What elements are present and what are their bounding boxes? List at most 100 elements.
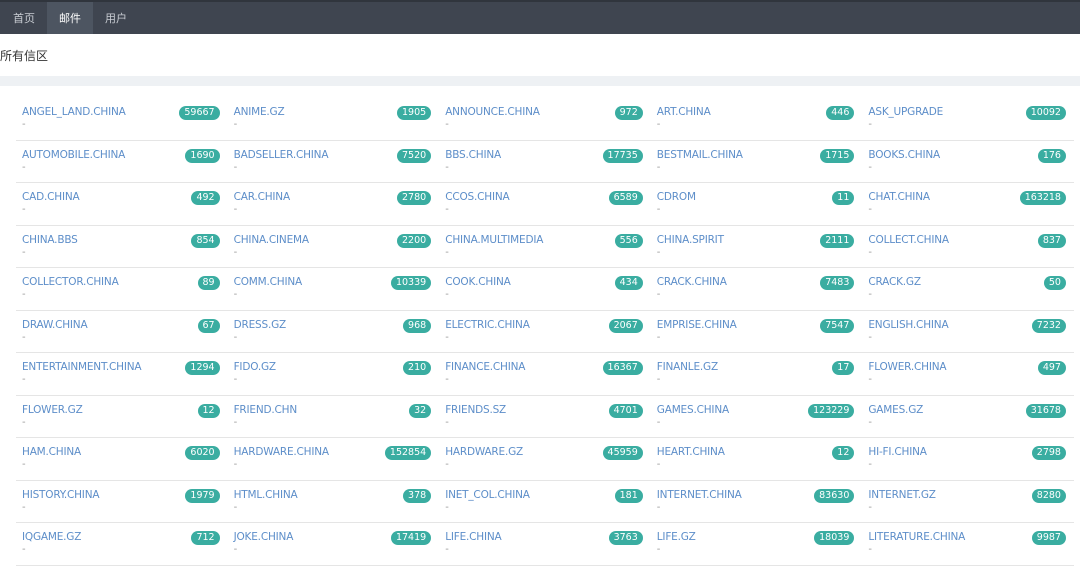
board-name[interactable]: DRESS.GZ — [234, 319, 432, 331]
board-name[interactable]: HTML.CHINA — [234, 489, 432, 501]
board-item[interactable]: CCOS.CHINA 6589 - — [439, 183, 651, 226]
board-item[interactable]: FRIEND.CHN 32 - — [227, 396, 440, 438]
board-item[interactable]: FLOWER.CHINA 497 - — [862, 353, 1074, 396]
nav-item-1[interactable]: 邮件 — [47, 2, 93, 34]
board-item[interactable]: LIFE.GZ 18039 - — [650, 523, 863, 566]
board-name[interactable]: BOOKS.CHINA — [868, 149, 1066, 161]
board-item[interactable]: COLLECT.CHINA 837 - — [862, 226, 1074, 268]
message-count-badge: 972 — [614, 106, 643, 120]
board-item[interactable]: ELECTRIC.CHINA 2067 - — [439, 311, 651, 353]
board-item[interactable]: COLLECTOR.CHINA 89 - — [16, 268, 228, 311]
board-item[interactable]: BOOKS.CHINA 176 - — [862, 141, 1074, 183]
board-name[interactable]: FRIEND.CHN — [234, 404, 432, 416]
board-name[interactable]: FLOWER.CHINA — [868, 361, 1066, 373]
top-nav: 首页 邮件 用户 — [0, 0, 1080, 34]
board-item[interactable]: CAD.CHINA 492 - — [16, 183, 228, 226]
message-count-badge: 968 — [403, 318, 432, 333]
board-item[interactable]: HI-FI.CHINA 2798 - — [862, 438, 1074, 481]
board-name[interactable]: FIDO.GZ — [234, 361, 432, 373]
message-count-badge: 31678 — [1025, 403, 1066, 418]
board-item[interactable]: FIDO.GZ 210 - — [227, 353, 440, 396]
board-description: - — [233, 289, 238, 300]
board-item[interactable]: CHINA.MULTIMEDIA 556 - — [439, 226, 651, 268]
message-count-badge: 17419 — [390, 531, 432, 545]
board-item[interactable]: FINANCE.CHINA 16367 - — [439, 353, 651, 396]
board-name[interactable]: CHINA.MULTIMEDIA — [445, 234, 643, 246]
board-item[interactable]: COMM.CHINA 10339 - — [227, 268, 440, 311]
board-description: - — [233, 204, 238, 215]
board-item[interactable]: ANNOUNCE.CHINA 972 - — [439, 98, 651, 141]
board-item[interactable]: LIFE.CHINA 3763 - — [439, 523, 651, 566]
board-item[interactable]: BESTMAIL.CHINA 1715 - — [650, 141, 863, 183]
board-item[interactable]: COOK.CHINA 434 - — [439, 268, 651, 311]
board-item[interactable]: CHINA.BBS 854 - — [16, 226, 228, 268]
board-name[interactable]: CHINA.BBS — [22, 234, 220, 246]
board-item[interactable]: CAR.CHINA 2780 - — [227, 183, 440, 226]
board-item[interactable]: DRESS.GZ 968 - — [227, 311, 440, 353]
board-name[interactable]: ANNOUNCE.CHINA — [445, 106, 643, 118]
board-item[interactable]: HARDWARE.GZ 45959 - — [439, 438, 651, 481]
board-item[interactable]: IQGAME.GZ 712 - — [16, 523, 228, 566]
board-item[interactable]: HAM.CHINA 6020 - — [16, 438, 228, 481]
board-description: - — [868, 416, 872, 428]
board-name[interactable]: HEART.CHINA — [657, 446, 855, 458]
board-item[interactable]: HISTORY.CHINA 1979 - — [16, 481, 228, 523]
board-name[interactable]: COLLECTOR.CHINA — [22, 276, 220, 288]
divider-band — [0, 76, 1080, 86]
board-item[interactable]: ASK_UPGRADE 10092 - — [862, 98, 1074, 141]
board-item[interactable]: DRAW.CHINA 67 - — [16, 311, 228, 353]
board-item[interactable]: CRACK.GZ 50 - — [862, 268, 1074, 311]
message-count-badge: 854 — [191, 233, 220, 248]
board-name[interactable]: ART.CHINA — [657, 106, 855, 118]
board-item[interactable]: GAMES.CHINA 123229 - — [650, 396, 863, 438]
board-name[interactable]: FINANLE.GZ — [657, 361, 855, 373]
board-item[interactable]: ANGEL_LAND.CHINA 59667 - — [16, 98, 228, 141]
board-item[interactable]: FINANLE.GZ 17 - — [650, 353, 863, 396]
board-description: - — [233, 331, 238, 343]
board-item[interactable]: CDROM 11 - — [650, 183, 863, 226]
board-item[interactable]: EMPRISE.CHINA 7547 - — [650, 311, 863, 353]
board-item[interactable]: CHINA.SPIRIT 2111 - — [650, 226, 863, 268]
message-count-badge: 497 — [1037, 361, 1066, 375]
board-name[interactable]: COLLECT.CHINA — [868, 234, 1066, 246]
board-item[interactable]: INTERNET.CHINA 83630 - — [650, 481, 863, 523]
board-item[interactable]: BBS.CHINA 17735 - — [439, 141, 651, 183]
nav-item-0[interactable]: 首页 — [1, 2, 47, 34]
board-item[interactable]: FLOWER.GZ 12 - — [16, 396, 228, 438]
board-name[interactable]: IQGAME.GZ — [22, 531, 220, 543]
board-item[interactable]: HEART.CHINA 12 - — [650, 438, 863, 481]
board-description: - — [868, 501, 872, 513]
board-description: - — [22, 544, 26, 555]
board-item[interactable]: ANIME.GZ 1905 - — [227, 98, 440, 141]
board-name[interactable]: INET_COL.CHINA — [445, 489, 643, 501]
board-item[interactable]: HTML.CHINA 378 - — [227, 481, 440, 523]
board-name[interactable]: COOK.CHINA — [445, 276, 643, 288]
board-item[interactable]: CRACK.CHINA 7483 - — [650, 268, 863, 311]
board-item[interactable]: HARDWARE.CHINA 152854 - — [227, 438, 440, 481]
board-name[interactable]: FLOWER.GZ — [22, 404, 220, 416]
board-item[interactable]: GAMES.GZ 31678 - — [862, 396, 1074, 438]
board-item[interactable]: INET_COL.CHINA 181 - — [439, 481, 651, 523]
message-count-badge: 1979 — [185, 488, 220, 503]
board-item[interactable]: CHAT.CHINA 163218 - — [862, 183, 1074, 226]
board-item[interactable]: JOKE.CHINA 17419 - — [227, 523, 440, 566]
board-item[interactable]: ENTERTAINMENT.CHINA 1294 - — [16, 353, 228, 396]
board-item[interactable]: INTERNET.GZ 8280 - — [862, 481, 1074, 523]
message-count-badge: 32 — [409, 403, 432, 418]
board-name[interactable]: CAD.CHINA — [22, 191, 220, 203]
message-count-badge: 18039 — [814, 531, 855, 545]
message-count-badge: 12 — [832, 446, 855, 460]
board-item[interactable]: ENGLISH.CHINA 7232 - — [862, 311, 1074, 353]
board-description: - — [22, 161, 26, 173]
board-name[interactable]: DRAW.CHINA — [22, 319, 220, 331]
board-item[interactable]: AUTOMOBILE.CHINA 1690 - — [16, 141, 228, 183]
board-name[interactable]: CRACK.GZ — [868, 276, 1066, 288]
board-item[interactable]: BADSELLER.CHINA 7520 - — [227, 141, 440, 183]
board-name[interactable]: CDROM — [657, 191, 855, 203]
board-item[interactable]: CHINA.CINEMA 2200 - — [227, 226, 440, 268]
board-item[interactable]: LITERATURE.CHINA 9987 - — [862, 523, 1074, 566]
board-item[interactable]: FRIENDS.SZ 4701 - — [439, 396, 651, 438]
nav-item-2[interactable]: 用户 — [93, 2, 139, 34]
message-count-badge: 378 — [403, 488, 432, 503]
board-item[interactable]: ART.CHINA 446 - — [650, 98, 863, 141]
